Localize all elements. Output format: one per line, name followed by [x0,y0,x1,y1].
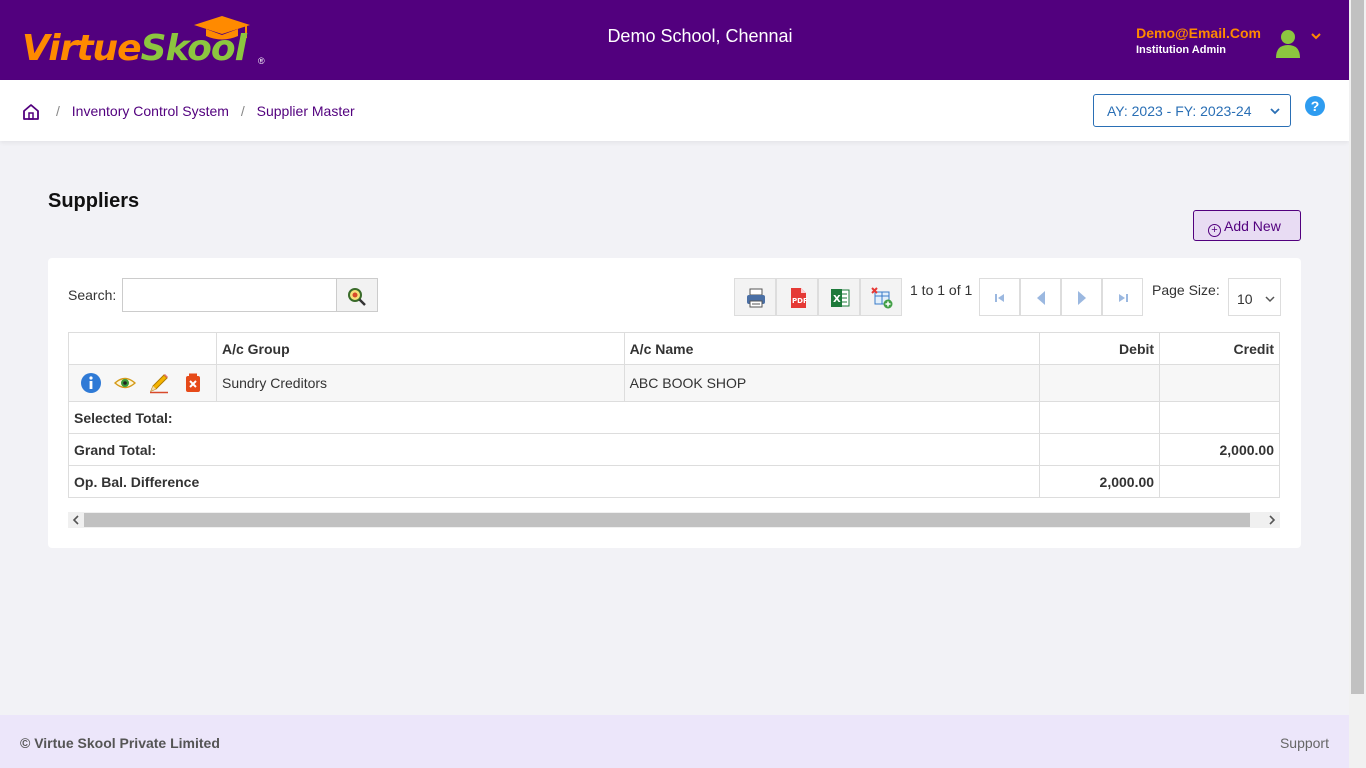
suppliers-card: Search: PDF X 1 to 1 of 1 Page Size: 10 … [48,258,1301,548]
academic-year-value: AY: 2023 - FY: 2023-24 [1107,103,1252,119]
grand-total-debit [1039,433,1161,466]
search-label: Search: [68,287,117,303]
column-header-ac-group[interactable]: A/c Group [215,332,625,365]
help-icon[interactable]: ? [1305,96,1325,116]
user-role: Institution Admin [1136,44,1227,56]
op-bal-difference-credit [1159,465,1280,498]
user-email[interactable]: Demo@Email.Com [1136,25,1261,41]
table-header-row: A/c Group A/c Name Debit Credit [68,332,1280,365]
op-bal-difference-row: Op. Bal. Difference 2,000.00 [67,465,1280,498]
table-row[interactable]: Sundry Creditors ABC BOOK SHOP [68,364,1280,402]
breadcrumb-bar: / Inventory Control System / Supplier Ma… [0,80,1349,141]
page-size-label: Page Size: [1152,282,1220,298]
column-header-actions [68,332,217,365]
academic-year-select[interactable]: AY: 2023 - FY: 2023-24 [1093,94,1291,127]
suppliers-table: A/c Group A/c Name Debit Credit Sundry C… [67,332,1280,498]
search-icon [348,288,366,306]
grand-total-row: Grand Total: 2,000.00 [67,433,1280,466]
add-new-label: Add New [1224,218,1281,234]
edit-pencil-icon[interactable] [148,372,170,394]
selected-total-row: Selected Total: [67,401,1280,434]
printer-icon [747,288,765,308]
page-vertical-scrollbar[interactable] [1349,0,1366,768]
next-page-button[interactable] [1061,278,1102,316]
record-range-text: 1 to 1 of 1 [910,282,973,298]
breadcrumb-separator: / [240,103,245,119]
pdf-icon: PDF [791,288,808,308]
column-header-credit[interactable]: Credit [1159,332,1280,365]
op-bal-difference-debit: 2,000.00 [1039,465,1161,498]
row-actions-cell [68,364,217,402]
add-new-button[interactable]: + Add New [1193,210,1301,241]
export-toolbar: PDF X [734,278,902,316]
view-eye-icon[interactable] [113,372,137,394]
previous-page-button[interactable] [1020,278,1061,316]
support-link[interactable]: Support [1280,735,1329,751]
copyright-text: © Virtue Skool Private Limited [20,735,220,751]
chevron-down-icon[interactable] [1310,30,1322,42]
grand-total-credit: 2,000.00 [1159,433,1280,466]
scroll-left-icon[interactable] [71,515,81,525]
first-page-icon [995,294,1004,302]
selected-total-debit [1039,401,1161,434]
previous-page-icon [1037,291,1045,305]
top-header: VirtueSkool ® Demo School, Chennai Demo@… [0,0,1349,80]
pager [979,278,1143,316]
debit-cell [1039,364,1161,402]
first-page-button[interactable] [979,278,1020,316]
registered-mark: ® [258,56,265,66]
ac-name-cell: ABC BOOK SHOP [623,364,1041,402]
footer: © Virtue Skool Private Limited Support [0,715,1349,768]
export-excel-button[interactable]: X [818,278,860,316]
column-chooser-button[interactable] [860,278,902,316]
school-name: Demo School, Chennai [607,26,793,46]
horizontal-scrollbar[interactable] [68,512,1280,528]
print-button[interactable] [734,278,776,316]
column-chooser-icon [871,287,893,309]
op-bal-difference-label: Op. Bal. Difference [67,465,1041,498]
search-input[interactable] [122,278,338,312]
page-size-select[interactable]: 10 [1228,278,1281,316]
breadcrumb-inventory-control-system[interactable]: Inventory Control System [72,103,229,119]
page-size-value: 10 [1237,291,1253,307]
selected-total-credit [1159,401,1280,434]
delete-icon[interactable] [182,372,204,394]
svg-text:X: X [833,294,841,305]
logo-part-virtue: Virtue [22,28,142,69]
credit-cell [1159,364,1280,402]
horizontal-scrollbar-thumb[interactable] [84,513,1250,527]
last-page-icon [1119,294,1128,302]
search-button[interactable] [336,278,378,312]
home-icon[interactable] [22,103,40,121]
column-header-ac-name[interactable]: A/c Name [623,332,1041,365]
logo-wordmark: VirtueSkool [22,28,247,69]
breadcrumb-separator: / [56,103,60,119]
ac-group-cell: Sundry Creditors [215,364,625,402]
selected-total-label: Selected Total: [67,401,1041,434]
last-page-button[interactable] [1102,278,1143,316]
page-title: Suppliers [48,190,140,212]
next-page-icon [1078,291,1086,305]
chevron-down-icon [1270,108,1280,115]
breadcrumb-supplier-master[interactable]: Supplier Master [257,103,355,119]
scroll-right-icon[interactable] [1267,515,1277,525]
page-scrollbar-thumb[interactable] [1351,0,1364,694]
export-pdf-button[interactable]: PDF [776,278,818,316]
excel-icon: X [831,289,850,307]
user-avatar-icon[interactable] [1274,28,1302,58]
grand-total-label: Grand Total: [67,433,1041,466]
breadcrumb: / Inventory Control System / Supplier Ma… [48,103,355,119]
svg-text:PDF: PDF [792,297,808,305]
chevron-down-icon [1265,296,1275,303]
virtueskool-logo[interactable]: VirtueSkool ® [22,14,272,70]
plus-circle-icon: + [1208,224,1221,237]
logo-part-skool: Skool [140,28,247,69]
column-header-debit[interactable]: Debit [1039,332,1161,365]
info-icon[interactable] [80,372,102,394]
